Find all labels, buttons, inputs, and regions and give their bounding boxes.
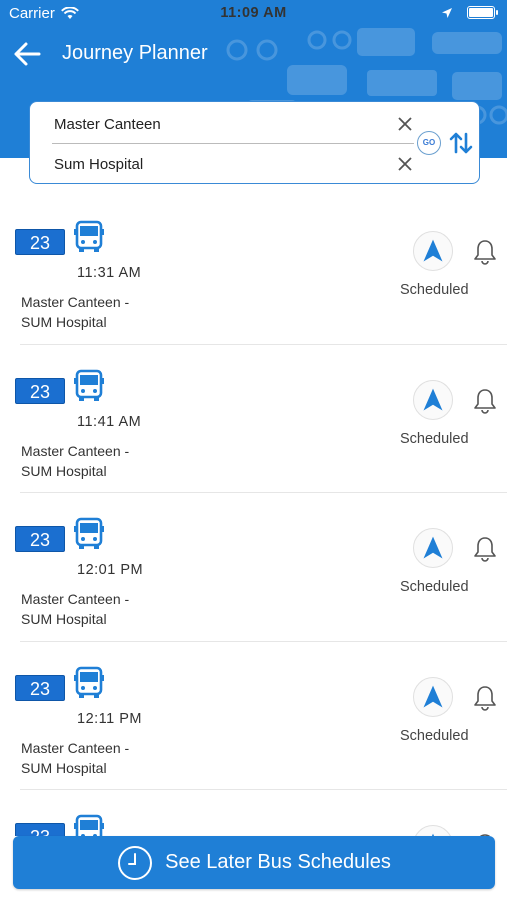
departure-time: 11:41 AM xyxy=(77,413,142,430)
schedule-item[interactable]: 23 12:11 PM Master Canteen - SUM Hospita… xyxy=(15,642,507,790)
schedule-item[interactable]: 23 12:01 PM Master Canteen - SUM Hospita… xyxy=(15,493,507,642)
route-name-line2: SUM Hospital xyxy=(21,462,107,479)
navigate-icon[interactable] xyxy=(413,825,453,836)
route-name-line2: SUM Hospital xyxy=(21,314,107,330)
clock-time: 11:09 AM xyxy=(220,5,287,21)
departure-time: 12:11 PM xyxy=(77,710,142,727)
bus-icon xyxy=(74,814,104,836)
schedule-item[interactable]: 23 11:41 AM Master Canteen - SUM Hospita… xyxy=(15,345,507,493)
bus-icon xyxy=(74,666,104,698)
navigate-icon[interactable] xyxy=(413,379,453,420)
bus-icon xyxy=(74,369,104,401)
battery-icon xyxy=(467,6,498,19)
location-arrow-icon xyxy=(442,7,452,18)
navigate-icon[interactable] xyxy=(413,231,453,271)
bell-icon[interactable] xyxy=(472,238,498,266)
clear-from-icon[interactable] xyxy=(396,115,414,133)
route-number-badge: 23 xyxy=(15,377,65,404)
schedule-status: Scheduled xyxy=(400,430,469,447)
bus-icon xyxy=(74,220,104,252)
to-field-row xyxy=(52,146,414,184)
back-arrow-icon[interactable] xyxy=(12,40,42,68)
schedule-status: Scheduled xyxy=(400,282,469,298)
bus-icon xyxy=(74,517,104,549)
route-name: Master Canteen - SUM Hospital xyxy=(21,292,129,332)
departure-time: 11:31 AM xyxy=(77,265,142,281)
route-name-line2: SUM Hospital xyxy=(21,611,107,627)
schedule-list: 23 11:31 AM Master Canteen - SUM Hospita… xyxy=(0,196,507,836)
see-later-schedules-button[interactable]: See Later Bus Schedules xyxy=(13,836,495,889)
page-title: Journey Planner xyxy=(62,42,208,64)
navigate-icon[interactable] xyxy=(413,528,453,568)
to-input[interactable] xyxy=(52,146,382,182)
route-number-badge: 23 xyxy=(15,674,65,701)
status-right xyxy=(441,6,498,19)
route-name-line1: Master Canteen - xyxy=(21,591,130,607)
route-name: Master Canteen - SUM Hospital xyxy=(21,441,129,481)
route-number-badge: 23 xyxy=(15,823,65,836)
clock-icon xyxy=(118,845,153,880)
departure-time: 12:01 PM xyxy=(77,562,144,578)
see-later-schedules-label: See Later Bus Schedules xyxy=(165,851,391,873)
status-bar: Carrier 11:09 AM xyxy=(0,0,507,28)
clear-to-icon[interactable] xyxy=(396,155,414,173)
schedule-item[interactable]: 23 11:31 AM Master Canteen - SUM Hospita… xyxy=(15,196,507,345)
schedule-item[interactable]: 23 xyxy=(15,790,507,836)
go-button[interactable]: GO xyxy=(417,131,441,155)
route-number-badge: 23 xyxy=(15,229,65,255)
schedule-status: Scheduled xyxy=(400,579,469,595)
route-name-line1: Master Canteen - xyxy=(21,294,130,310)
swap-direction-icon[interactable] xyxy=(448,130,474,156)
from-input[interactable] xyxy=(52,106,382,142)
route-name-line1: Master Canteen - xyxy=(21,739,130,756)
bell-icon[interactable] xyxy=(472,684,498,712)
bell-icon[interactable] xyxy=(472,387,498,415)
journey-search-card: GO xyxy=(29,101,480,184)
route-name: Master Canteen - SUM Hospital xyxy=(21,589,129,629)
route-name: Master Canteen - SUM Hospital xyxy=(21,738,129,778)
navigate-icon[interactable] xyxy=(413,676,453,717)
route-name-line1: Master Canteen - xyxy=(21,442,130,459)
from-field-row xyxy=(52,106,414,144)
route-name-line2: SUM Hospital xyxy=(21,759,107,776)
schedule-status: Scheduled xyxy=(400,727,469,744)
route-number-badge: 23 xyxy=(15,526,65,552)
bell-icon[interactable] xyxy=(472,535,498,563)
